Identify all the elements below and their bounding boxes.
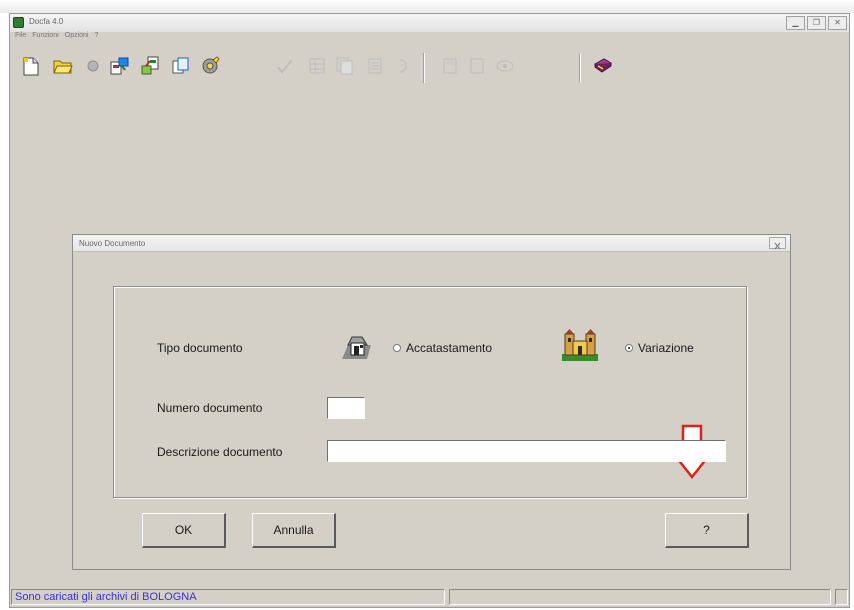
copy-icon[interactable] [170,55,192,77]
nuovo-documento-dialog: Nuovo Documento Tipo documento Accatasta… [72,234,791,570]
undo-icon [392,55,414,77]
radio-accatastamento-label: Accatastamento [406,341,493,355]
toolbar-separator [579,53,581,83]
title-bar: Docfa 4.0 ▁ ❐ ✕ [10,14,849,32]
numero-documento-label: Numero documento [157,401,263,415]
grid-icon [306,55,328,77]
minimize-button[interactable]: ▁ [786,16,805,30]
status-pane-main: Sono caricati gli archivi di BOLOGNA [11,589,445,605]
pages-icon [334,55,356,77]
toolbar [10,47,849,91]
menu-file[interactable]: File [15,32,26,43]
menu-funzioni[interactable]: Funzioni [32,32,58,43]
radio-variazione[interactable]: Variazione [625,341,694,355]
book-icon[interactable] [592,55,614,77]
form-icon [439,55,461,77]
settings-icon[interactable] [199,55,221,77]
toolbar-separator [423,53,425,83]
eye-icon [494,55,516,77]
menu-help[interactable]: ? [94,32,98,43]
status-text: Sono caricati gli archivi di BOLOGNA [15,591,197,603]
tipo-documento-label: Tipo documento [157,341,243,355]
application-window: Docfa 4.0 ▁ ❐ ✕ File Funzioni Opzioni ? [9,13,850,608]
menu-bar: File Funzioni Opzioni ? [10,32,849,43]
document-group-box [113,286,747,498]
menu-opzioni[interactable]: Opzioni [65,32,89,43]
import-icon[interactable] [109,55,131,77]
new-document-icon[interactable] [20,55,42,77]
dialog-title-bar: Nuovo Documento [73,235,790,252]
numero-documento-input[interactable] [327,397,365,419]
status-bar: Sono caricati gli archivi di BOLOGNA [10,586,849,607]
close-icon [774,242,781,250]
list-icon [364,55,386,77]
buildings-icon [562,328,598,361]
export-icon[interactable] [140,55,162,77]
window-controls: ▁ ❐ ✕ [786,16,847,30]
page-icon [466,55,488,77]
open-folder-icon[interactable] [52,55,74,77]
window-title: Docfa 4.0 [29,17,64,26]
house-icon [340,328,373,361]
close-button[interactable]: ✕ [828,16,847,30]
annulla-button[interactable]: Annulla [252,513,336,548]
status-pane-secondary [449,589,831,605]
check-icon [274,55,296,77]
ok-button[interactable]: OK [142,513,226,548]
radio-accatastamento-indicator[interactable] [393,344,401,352]
mdi-workspace: Nuovo Documento Tipo documento Accatasta… [11,95,848,586]
radio-variazione-label: Variazione [638,341,694,355]
dialog-close-button[interactable] [769,237,786,250]
status-pane-end [835,589,848,605]
app-icon [13,17,24,28]
restore-button[interactable]: ❐ [807,16,826,30]
descrizione-documento-label: Descrizione documento [157,445,283,459]
background-strip [0,0,854,13]
radio-variazione-indicator[interactable] [625,344,633,352]
radio-accatastamento[interactable]: Accatastamento [393,341,492,355]
help-button[interactable]: ? [665,513,749,548]
disabled-circle-icon[interactable] [82,55,104,77]
dialog-title: Nuovo Documento [79,239,146,248]
descrizione-documento-input[interactable] [327,440,726,462]
